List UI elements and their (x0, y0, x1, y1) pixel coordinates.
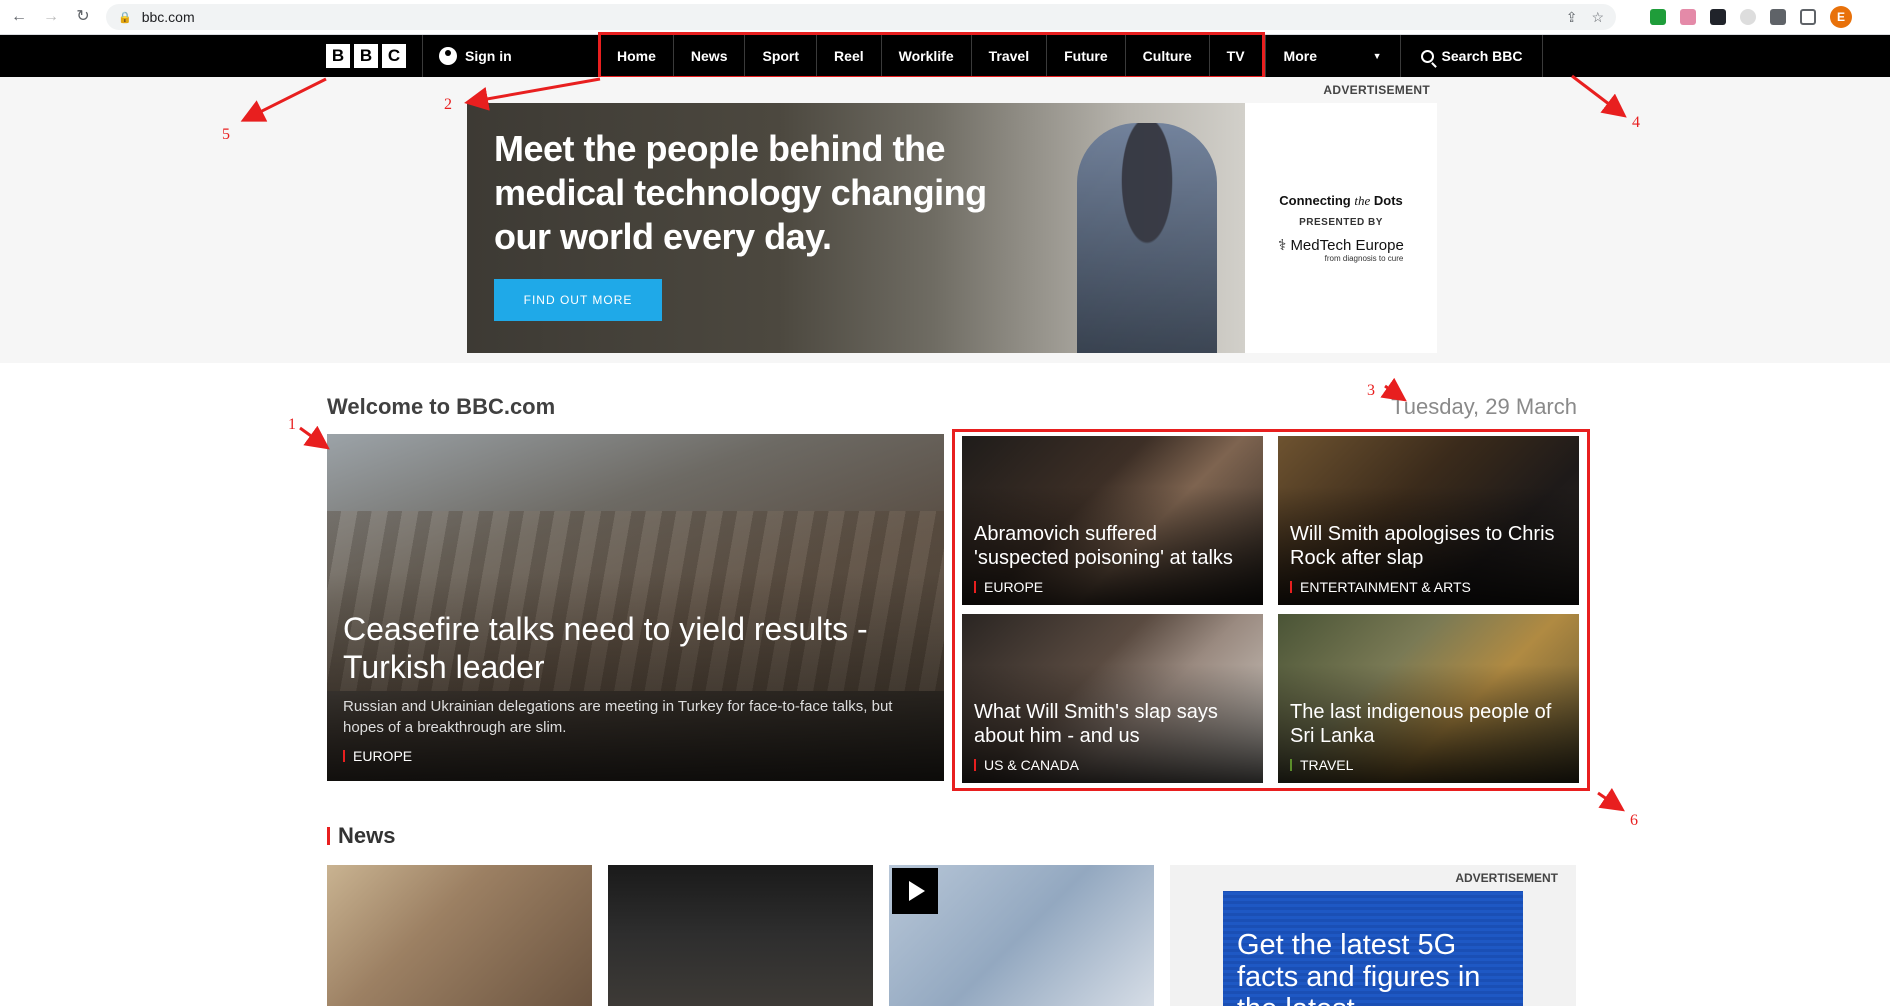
lock-icon: 🔒 (118, 11, 132, 24)
annotation-label: 2 (444, 96, 452, 113)
annotation-label: 3 (1367, 382, 1375, 399)
card-tag[interactable]: TRAVEL (1290, 757, 1353, 773)
annotation-label: 1 (288, 416, 296, 433)
ad-creative[interactable]: Get the latest 5G facts and figures in t… (1223, 891, 1523, 1006)
forward-icon[interactable]: → (42, 8, 60, 26)
presented-by: PRESENTED BY (1299, 217, 1383, 228)
welcome-row: Welcome to BBC.com Tuesday, 29 March (327, 394, 1577, 420)
card-title[interactable]: Abramovich suffered 'suspected poisoning… (974, 522, 1254, 570)
story-card[interactable]: Will Smith apologises to Chris Rock afte… (1278, 436, 1579, 605)
url-text: bbc.com (141, 9, 195, 25)
annotation-label: 5 (222, 126, 230, 143)
nav-culture[interactable]: Culture (1124, 35, 1209, 76)
find-out-more-button[interactable]: FIND OUT MORE (494, 279, 662, 321)
news-thumb[interactable] (608, 865, 873, 1006)
nav-worklife[interactable]: Worklife (880, 35, 971, 76)
nav-reel[interactable]: Reel (816, 35, 881, 76)
more-label: More (1283, 48, 1317, 64)
side-panel-icon[interactable] (1800, 9, 1816, 25)
top-ad-band: ADVERTISEMENT Meet the people behind the… (0, 77, 1890, 363)
logo-letter: C (382, 44, 406, 68)
browser-toolbar: ← → ↻ 🔒 bbc.com ⇪ ☆ E (0, 0, 1890, 35)
back-icon[interactable]: ← (10, 8, 28, 26)
search-label: Search BBC (1441, 48, 1523, 64)
bbc-logo[interactable]: B B C (326, 35, 423, 77)
medtech-icon: ⚕ (1278, 237, 1287, 254)
story-card[interactable]: Abramovich suffered 'suspected poisoning… (962, 436, 1263, 605)
extension-pink-icon[interactable] (1680, 9, 1696, 25)
nav-home[interactable]: Home (601, 35, 673, 76)
story-card[interactable]: What Will Smith's slap says about him - … (962, 614, 1263, 783)
nav-news[interactable]: News (672, 35, 745, 76)
more-dropdown[interactable]: More ▼ (1264, 35, 1400, 77)
address-bar[interactable]: 🔒 bbc.com ⇪ ☆ (106, 4, 1616, 30)
side-ad: ADVERTISEMENT Get the latest 5G facts an… (1170, 865, 1576, 1006)
logo-letter: B (354, 44, 378, 68)
extension-green-icon[interactable] (1650, 9, 1666, 25)
news-thumb[interactable] (889, 865, 1154, 1006)
extension-circle-icon[interactable] (1740, 9, 1756, 25)
hero-summary: Russian and Ukrainian delegations are me… (343, 698, 893, 736)
annotation-label: 4 (1632, 114, 1640, 131)
card-title[interactable]: The last indigenous people of Sri Lanka (1290, 700, 1570, 748)
card-title[interactable]: Will Smith apologises to Chris Rock afte… (1290, 522, 1570, 570)
ad-label: ADVERTISEMENT (1323, 83, 1430, 97)
ad-label: ADVERTISEMENT (1455, 871, 1558, 885)
arrow-6 (1597, 787, 1625, 812)
play-icon[interactable] (892, 868, 938, 914)
extensions-puzzle-icon[interactable] (1770, 9, 1786, 25)
arrow-1 (299, 425, 330, 450)
bbc-nav-bar: B B C Sign in Home News Sport Reel Workl… (0, 32, 1890, 79)
sign-in-link[interactable]: Sign in (423, 35, 598, 77)
story-card[interactable]: The last indigenous people of Sri Lanka … (1278, 614, 1579, 783)
card-tag[interactable]: US & CANADA (974, 757, 1079, 773)
annotation-label: 6 (1630, 812, 1638, 829)
search-icon (1420, 49, 1434, 63)
main-nav-links: Home News Sport Reel Worklife Travel Fut… (598, 32, 1265, 79)
ad-sponsor-panel: Connecting the Dots PRESENTED BY ⚕ MedTe… (1245, 103, 1437, 353)
share-icon[interactable]: ⇪ (1566, 9, 1578, 26)
card-tag[interactable]: EUROPE (974, 579, 1043, 595)
card-tag[interactable]: ENTERTAINMENT & ARTS (1290, 579, 1471, 595)
sponsor-tagline: from diagnosis to cure (1324, 254, 1404, 263)
news-section-heading[interactable]: News (327, 823, 395, 849)
nav-tv[interactable]: TV (1208, 35, 1262, 76)
user-icon (439, 47, 457, 65)
sponsor-logo: ⚕ MedTech Europe (1278, 237, 1404, 254)
nav-future[interactable]: Future (1046, 35, 1125, 76)
chevron-down-icon: ▼ (1372, 51, 1382, 61)
top-stories-grid: Abramovich suffered 'suspected poisoning… (952, 429, 1590, 791)
top-ad[interactable]: Meet the people behind the medical techn… (467, 103, 1437, 353)
extension-react-icon[interactable] (1710, 9, 1726, 25)
ad-headline: Meet the people behind the medical techn… (494, 128, 987, 257)
ad-photo: Meet the people behind the medical techn… (467, 103, 1245, 353)
card-title[interactable]: What Will Smith's slap says about him - … (974, 700, 1254, 748)
news-thumb[interactable] (327, 865, 592, 1006)
hero-story[interactable]: Ceasefire talks need to yield results - … (327, 434, 944, 781)
hero-tag[interactable]: EUROPE (343, 748, 412, 764)
ad-campaign-title: Connecting the Dots (1279, 193, 1403, 208)
nav-travel[interactable]: Travel (970, 35, 1046, 76)
bookmark-star-icon[interactable]: ☆ (1591, 9, 1604, 26)
reload-icon[interactable]: ↻ (74, 8, 92, 26)
hero-title[interactable]: Ceasefire talks need to yield results - … (343, 610, 903, 686)
nav-sport[interactable]: Sport (744, 35, 816, 76)
welcome-heading: Welcome to BBC.com (327, 394, 556, 419)
nurse-figure (1077, 123, 1217, 353)
sign-in-label: Sign in (465, 48, 512, 64)
logo-letter: B (326, 44, 350, 68)
search-button[interactable]: Search BBC (1399, 35, 1544, 77)
profile-avatar[interactable]: E (1830, 6, 1852, 28)
date-label: Tuesday, 29 March (1391, 394, 1577, 419)
